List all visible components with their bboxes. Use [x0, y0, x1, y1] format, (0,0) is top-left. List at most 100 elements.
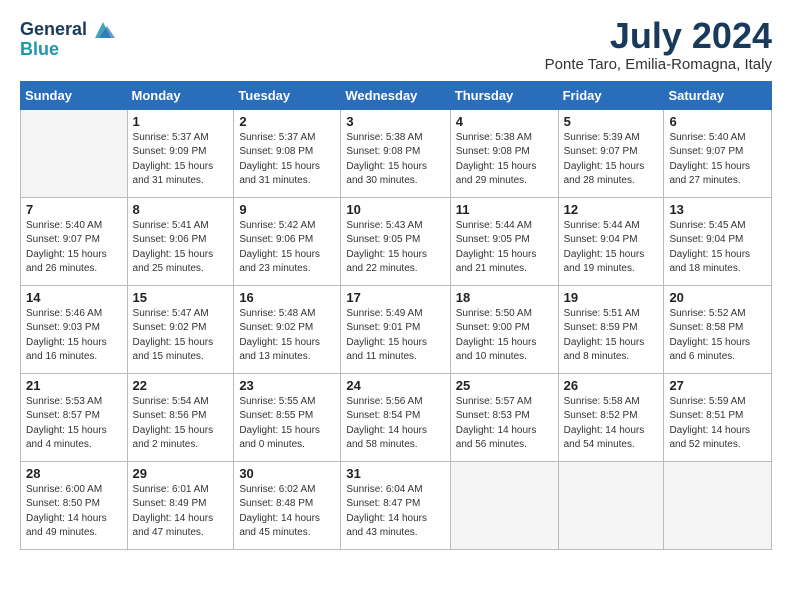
- day-number: 18: [456, 290, 553, 305]
- day-number: 26: [564, 378, 659, 393]
- weekday-header-row: SundayMondayTuesdayWednesdayThursdayFrid…: [21, 81, 772, 109]
- logo-icon: [89, 16, 117, 44]
- calendar-cell: [21, 109, 128, 197]
- logo-blue-text: Blue: [20, 40, 59, 60]
- calendar-table: SundayMondayTuesdayWednesdayThursdayFrid…: [20, 81, 772, 550]
- weekday-header-wednesday: Wednesday: [341, 81, 450, 109]
- day-info: Sunrise: 5:54 AM Sunset: 8:56 PM Dayligh…: [133, 395, 229, 453]
- calendar-cell: 7 Sunrise: 5:40 AM Sunset: 9:07 PM Daylig…: [21, 197, 128, 285]
- day-number: 27: [669, 378, 766, 393]
- page: General Blue July 2024 Ponte Taro, Emili…: [0, 0, 792, 612]
- calendar-cell: 28 Sunrise: 6:00 AM Sunset: 8:50 PM Dayli…: [21, 461, 128, 549]
- day-number: 30: [239, 466, 335, 481]
- calendar-cell: 1 Sunrise: 5:37 AM Sunset: 9:09 PM Daylig…: [127, 109, 234, 197]
- day-info: Sunrise: 5:42 AM Sunset: 9:06 PM Dayligh…: [239, 219, 335, 277]
- day-info: Sunrise: 6:00 AM Sunset: 8:50 PM Dayligh…: [26, 483, 122, 541]
- day-number: 9: [239, 202, 335, 217]
- calendar-cell: 18 Sunrise: 5:50 AM Sunset: 9:00 PM Dayli…: [450, 285, 558, 373]
- logo-text: General: [20, 20, 87, 40]
- calendar-cell: [450, 461, 558, 549]
- calendar-cell: 12Sunrise: 5:44 AM Sunset: 9:04 PM Dayli…: [558, 197, 664, 285]
- calendar-cell: 2 Sunrise: 5:37 AM Sunset: 9:08 PM Daylig…: [234, 109, 341, 197]
- day-number: 1: [133, 114, 229, 129]
- day-number: 7: [26, 202, 122, 217]
- day-info: Sunrise: 5:38 AM Sunset: 9:08 PM Dayligh…: [456, 131, 553, 189]
- day-info: Sunrise: 5:53 AM Sunset: 8:57 PM Dayligh…: [26, 395, 122, 453]
- calendar-cell: 3 Sunrise: 5:38 AM Sunset: 9:08 PM Daylig…: [341, 109, 450, 197]
- location-title: Ponte Taro, Emilia-Romagna, Italy: [545, 56, 772, 73]
- day-info: Sunrise: 5:56 AM Sunset: 8:54 PM Dayligh…: [346, 395, 444, 453]
- day-number: 10: [346, 202, 444, 217]
- calendar-cell: 6 Sunrise: 5:40 AM Sunset: 9:07 PM Daylig…: [664, 109, 772, 197]
- calendar-cell: 19Sunrise: 5:51 AM Sunset: 8:59 PM Dayli…: [558, 285, 664, 373]
- day-number: 20: [669, 290, 766, 305]
- calendar-cell: 24 Sunrise: 5:56 AM Sunset: 8:54 PM Dayli…: [341, 373, 450, 461]
- day-info: Sunrise: 5:52 AM Sunset: 8:58 PM Dayligh…: [669, 307, 766, 365]
- day-number: 13: [669, 202, 766, 217]
- day-number: 12: [564, 202, 659, 217]
- weekday-header-tuesday: Tuesday: [234, 81, 341, 109]
- day-info: Sunrise: 5:57 AM Sunset: 8:53 PM Dayligh…: [456, 395, 553, 453]
- day-info: Sunrise: 5:48 AM Sunset: 9:02 PM Dayligh…: [239, 307, 335, 365]
- day-info: Sunrise: 5:55 AM Sunset: 8:55 PM Dayligh…: [239, 395, 335, 453]
- day-info: Sunrise: 5:40 AM Sunset: 9:07 PM Dayligh…: [26, 219, 122, 277]
- day-number: 3: [346, 114, 444, 129]
- day-info: Sunrise: 5:51 AM Sunset: 8:59 PM Dayligh…: [564, 307, 659, 365]
- day-info: Sunrise: 5:50 AM Sunset: 9:00 PM Dayligh…: [456, 307, 553, 365]
- day-number: 14: [26, 290, 122, 305]
- week-row-2: 7 Sunrise: 5:40 AM Sunset: 9:07 PM Daylig…: [21, 197, 772, 285]
- calendar-cell: 30 Sunrise: 6:02 AM Sunset: 8:48 PM Dayli…: [234, 461, 341, 549]
- day-number: 24: [346, 378, 444, 393]
- week-row-3: 14 Sunrise: 5:46 AM Sunset: 9:03 PM Dayli…: [21, 285, 772, 373]
- header: General Blue July 2024 Ponte Taro, Emili…: [20, 16, 772, 73]
- month-title: July 2024: [545, 16, 772, 56]
- week-row-4: 21Sunrise: 5:53 AM Sunset: 8:57 PM Dayli…: [21, 373, 772, 461]
- day-info: Sunrise: 5:40 AM Sunset: 9:07 PM Dayligh…: [669, 131, 766, 189]
- day-info: Sunrise: 5:43 AM Sunset: 9:05 PM Dayligh…: [346, 219, 444, 277]
- day-info: Sunrise: 5:47 AM Sunset: 9:02 PM Dayligh…: [133, 307, 229, 365]
- calendar-cell: 9 Sunrise: 5:42 AM Sunset: 9:06 PM Daylig…: [234, 197, 341, 285]
- calendar-cell: 23 Sunrise: 5:55 AM Sunset: 8:55 PM Dayli…: [234, 373, 341, 461]
- calendar-cell: [664, 461, 772, 549]
- day-info: Sunrise: 6:04 AM Sunset: 8:47 PM Dayligh…: [346, 483, 444, 541]
- day-number: 11: [456, 202, 553, 217]
- calendar-cell: 16 Sunrise: 5:48 AM Sunset: 9:02 PM Dayli…: [234, 285, 341, 373]
- calendar-cell: 17Sunrise: 5:49 AM Sunset: 9:01 PM Dayli…: [341, 285, 450, 373]
- weekday-header-friday: Friday: [558, 81, 664, 109]
- day-info: Sunrise: 5:46 AM Sunset: 9:03 PM Dayligh…: [26, 307, 122, 365]
- title-block: July 2024 Ponte Taro, Emilia-Romagna, It…: [545, 16, 772, 73]
- day-info: Sunrise: 5:45 AM Sunset: 9:04 PM Dayligh…: [669, 219, 766, 277]
- day-number: 22: [133, 378, 229, 393]
- calendar-cell: 26Sunrise: 5:58 AM Sunset: 8:52 PM Dayli…: [558, 373, 664, 461]
- day-number: 29: [133, 466, 229, 481]
- calendar-cell: 31 Sunrise: 6:04 AM Sunset: 8:47 PM Dayli…: [341, 461, 450, 549]
- calendar-cell: 8Sunrise: 5:41 AM Sunset: 9:06 PM Daylig…: [127, 197, 234, 285]
- day-number: 2: [239, 114, 335, 129]
- calendar-cell: 27Sunrise: 5:59 AM Sunset: 8:51 PM Dayli…: [664, 373, 772, 461]
- day-number: 17: [346, 290, 444, 305]
- day-info: Sunrise: 6:02 AM Sunset: 8:48 PM Dayligh…: [239, 483, 335, 541]
- day-number: 31: [346, 466, 444, 481]
- weekday-header-monday: Monday: [127, 81, 234, 109]
- calendar-cell: 22 Sunrise: 5:54 AM Sunset: 8:56 PM Dayli…: [127, 373, 234, 461]
- calendar-cell: 20 Sunrise: 5:52 AM Sunset: 8:58 PM Dayli…: [664, 285, 772, 373]
- day-number: 16: [239, 290, 335, 305]
- day-number: 6: [669, 114, 766, 129]
- weekday-header-saturday: Saturday: [664, 81, 772, 109]
- calendar-cell: 13 Sunrise: 5:45 AM Sunset: 9:04 PM Dayli…: [664, 197, 772, 285]
- day-number: 28: [26, 466, 122, 481]
- day-info: Sunrise: 5:37 AM Sunset: 9:08 PM Dayligh…: [239, 131, 335, 189]
- day-number: 15: [133, 290, 229, 305]
- calendar-cell: 4Sunrise: 5:38 AM Sunset: 9:08 PM Daylig…: [450, 109, 558, 197]
- day-info: Sunrise: 6:01 AM Sunset: 8:49 PM Dayligh…: [133, 483, 229, 541]
- calendar-cell: [558, 461, 664, 549]
- day-info: Sunrise: 5:37 AM Sunset: 9:09 PM Dayligh…: [133, 131, 229, 189]
- calendar-cell: 11 Sunrise: 5:44 AM Sunset: 9:05 PM Dayli…: [450, 197, 558, 285]
- week-row-5: 28 Sunrise: 6:00 AM Sunset: 8:50 PM Dayli…: [21, 461, 772, 549]
- calendar-cell: 25 Sunrise: 5:57 AM Sunset: 8:53 PM Dayli…: [450, 373, 558, 461]
- day-number: 23: [239, 378, 335, 393]
- day-info: Sunrise: 5:38 AM Sunset: 9:08 PM Dayligh…: [346, 131, 444, 189]
- day-number: 25: [456, 378, 553, 393]
- calendar-cell: 21Sunrise: 5:53 AM Sunset: 8:57 PM Dayli…: [21, 373, 128, 461]
- day-info: Sunrise: 5:44 AM Sunset: 9:05 PM Dayligh…: [456, 219, 553, 277]
